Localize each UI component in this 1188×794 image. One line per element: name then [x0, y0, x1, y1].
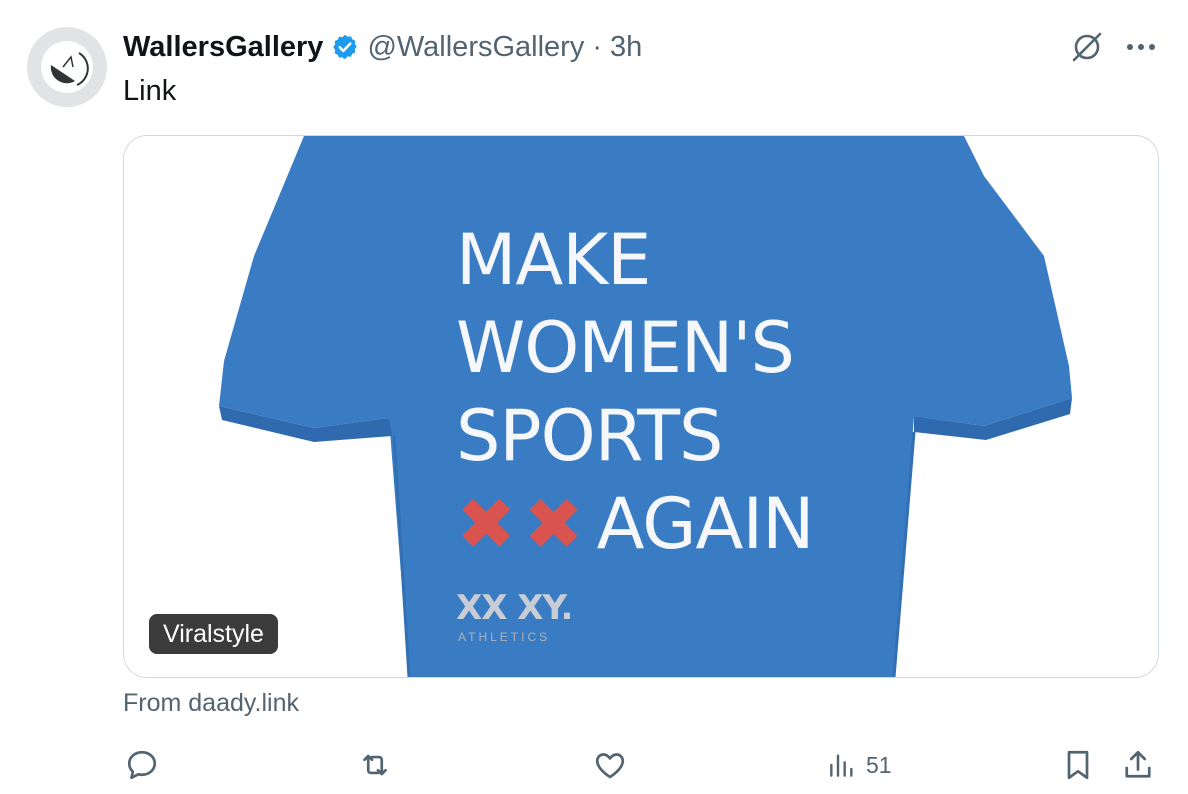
views-count: 51	[866, 751, 892, 778]
share-button[interactable]	[1120, 746, 1156, 784]
grok-button[interactable]	[1066, 26, 1108, 68]
reply-button[interactable]	[124, 746, 160, 784]
slogan-line-1: MAKE	[456, 219, 651, 301]
post-text: Link	[123, 75, 177, 107]
post-header: WallersGallery @WallersGallery · 3h	[123, 28, 642, 66]
more-icon	[1127, 44, 1155, 50]
views-button[interactable]: 51	[826, 746, 892, 784]
like-icon	[595, 753, 625, 779]
post-time[interactable]: 3h	[610, 28, 642, 66]
shirt-brand-logo: XX XY.	[456, 588, 573, 628]
x-mark-1: ✖	[456, 482, 516, 566]
bookmark-icon	[1067, 750, 1089, 780]
wallers-gallery-logo	[41, 41, 93, 93]
grok-icon	[1072, 32, 1102, 62]
handle[interactable]: @WallersGallery	[367, 28, 584, 66]
link-card[interactable]: MAKE WOMEN'S SPORTS ✖ ✖ AGAIN XX XY. ATH…	[123, 135, 1159, 678]
shirt-brand-subtitle: ATHLETICS	[458, 630, 551, 644]
reply-icon	[127, 750, 157, 780]
x-mark-2: ✖	[523, 482, 583, 566]
share-icon	[1125, 750, 1151, 778]
card-source-badge: Viralstyle	[149, 614, 278, 654]
slogan-line-3: SPORTS	[456, 395, 723, 477]
slogan-line-4: ✖ ✖ AGAIN	[456, 480, 815, 568]
bookmark-button[interactable]	[1060, 746, 1096, 784]
like-button[interactable]	[592, 746, 628, 784]
more-button[interactable]	[1120, 26, 1162, 68]
slogan-line-2: WOMEN'S	[456, 307, 795, 389]
repost-button[interactable]	[357, 746, 393, 784]
shirt-slogan: MAKE WOMEN'S SPORTS ✖ ✖ AGAIN	[456, 216, 815, 568]
views-icon	[830, 754, 853, 777]
verified-badge-icon[interactable]	[331, 33, 359, 61]
avatar[interactable]	[27, 27, 107, 107]
separator-dot: ·	[592, 31, 603, 63]
card-from-domain[interactable]: From daady.link	[123, 686, 299, 720]
slogan-again: AGAIN	[596, 483, 815, 565]
x-marks: ✖ ✖	[456, 482, 584, 566]
repost-icon	[363, 754, 387, 776]
display-name[interactable]: WallersGallery	[123, 28, 323, 66]
